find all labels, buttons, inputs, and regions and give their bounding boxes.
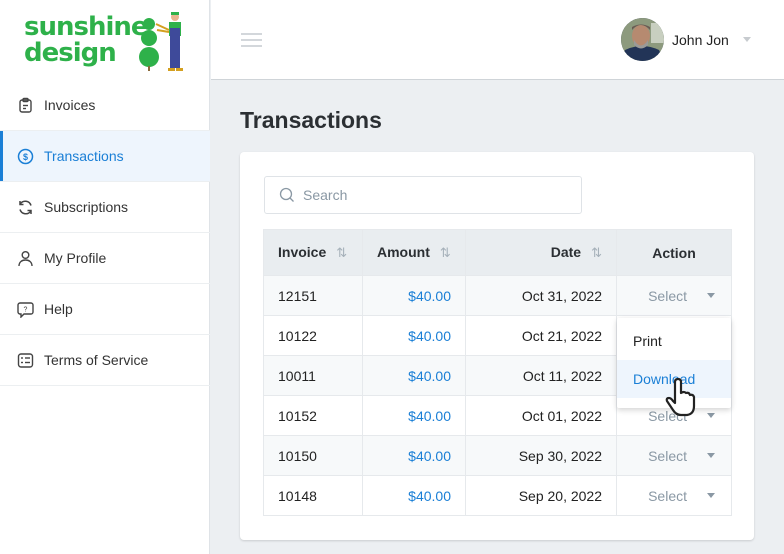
amount-link[interactable]: $40.00: [362, 395, 466, 436]
brand-name: sunshine design: [24, 12, 149, 68]
invoice-cell: 10011: [263, 355, 363, 396]
top-bar: John Jon: [211, 0, 784, 80]
user-icon: [18, 250, 33, 266]
table-row: 10148 $40.00 Sep 20, 2022 Select: [263, 475, 732, 516]
user-menu[interactable]: John Jon: [621, 18, 751, 61]
amount-link[interactable]: $40.00: [362, 275, 466, 316]
page-title: Transactions: [240, 107, 382, 133]
date-cell: Oct 01, 2022: [465, 395, 617, 436]
caret-down-icon: [707, 453, 715, 458]
sidebar-item-help[interactable]: ? Help: [0, 284, 210, 335]
date-cell: Sep 20, 2022: [465, 475, 617, 516]
select-label: Select: [648, 447, 687, 464]
select-label: Select: [648, 287, 687, 304]
column-label: Action: [652, 244, 696, 261]
invoice-cell: 10152: [263, 395, 363, 436]
sort-icon[interactable]: ⇅: [440, 245, 451, 260]
date-cell: Oct 21, 2022: [465, 315, 617, 356]
invoice-cell: 12151: [263, 275, 363, 316]
action-select[interactable]: Select: [616, 435, 732, 476]
chevron-down-icon[interactable]: [742, 37, 751, 42]
select-label: Select: [648, 487, 687, 504]
brand-line-2: design: [24, 38, 117, 68]
search-field[interactable]: [264, 176, 582, 214]
sidebar-item-label: Help: [44, 301, 73, 317]
hand-cursor-icon: [665, 378, 696, 417]
invoice-cell: 10148: [263, 475, 363, 516]
dollar-circle-icon: $: [17, 148, 34, 164]
sidebar: sunshine design Invoices $ Transactions: [0, 0, 210, 554]
column-header-action: Action: [616, 229, 732, 276]
sort-icon[interactable]: ⇅: [591, 245, 602, 260]
sidebar-item-label: Invoices: [44, 97, 96, 113]
column-header-date[interactable]: Date ⇅: [465, 229, 617, 276]
amount-link[interactable]: $40.00: [362, 315, 466, 356]
table-header-row: Invoice ⇅ Amount ⇅ Date ⇅ Action: [263, 229, 732, 276]
sidebar-nav: Invoices $ Transactions Subscriptions My…: [0, 80, 210, 386]
search-input[interactable]: [303, 187, 553, 203]
menu-item-print[interactable]: Print: [617, 322, 731, 360]
sidebar-item-invoices[interactable]: Invoices: [0, 80, 210, 131]
sidebar-item-label: Terms of Service: [44, 352, 149, 368]
column-label: Date: [550, 244, 582, 260]
sidebar-item-label: My Profile: [44, 250, 107, 266]
svg-text:?: ?: [24, 306, 28, 313]
sidebar-item-label: Transactions: [44, 148, 124, 164]
caret-down-icon: [707, 293, 715, 298]
document-list-icon: [17, 352, 34, 368]
table-row: 12151 $40.00 Oct 31, 2022 Select: [263, 275, 732, 316]
avatar-photo-icon: [621, 18, 664, 61]
avatar: [621, 18, 664, 61]
action-select[interactable]: Select: [616, 275, 732, 316]
invoice-cell: 10122: [263, 315, 363, 356]
action-select[interactable]: Select: [616, 475, 732, 516]
brand-logo[interactable]: sunshine design: [24, 10, 194, 72]
sort-icon[interactable]: ⇅: [336, 245, 347, 260]
column-header-invoice[interactable]: Invoice ⇅: [263, 229, 363, 276]
column-label: Amount: [377, 244, 430, 260]
amount-link[interactable]: $40.00: [362, 475, 466, 516]
svg-text:$: $: [23, 152, 28, 162]
help-chat-icon: ?: [17, 301, 34, 318]
refresh-icon: [19, 199, 32, 215]
sidebar-item-subscriptions[interactable]: Subscriptions: [0, 182, 210, 233]
caret-down-icon: [707, 493, 715, 498]
search-icon: [279, 187, 294, 202]
date-cell: Oct 31, 2022: [465, 275, 617, 316]
menu-icon[interactable]: [241, 33, 262, 47]
column-label: Invoice: [278, 244, 327, 260]
brand-line-1: sunshine: [24, 12, 149, 42]
caret-down-icon: [707, 413, 715, 418]
table-row: 10150 $40.00 Sep 30, 2022 Select: [263, 435, 732, 476]
sidebar-item-my-profile[interactable]: My Profile: [0, 233, 210, 284]
sidebar-item-terms-of-service[interactable]: Terms of Service: [0, 335, 210, 386]
amount-link[interactable]: $40.00: [362, 355, 466, 396]
column-header-amount[interactable]: Amount ⇅: [362, 229, 466, 276]
user-name: John Jon: [672, 31, 729, 48]
sidebar-item-label: Subscriptions: [44, 199, 129, 215]
amount-link[interactable]: $40.00: [362, 435, 466, 476]
invoice-cell: 10150: [263, 435, 363, 476]
clipboard-icon: [19, 97, 32, 113]
sidebar-item-transactions[interactable]: $ Transactions: [0, 131, 210, 182]
gardener-illustration-icon: [139, 12, 183, 71]
date-cell: Sep 30, 2022: [465, 435, 617, 476]
date-cell: Oct 11, 2022: [465, 355, 617, 396]
